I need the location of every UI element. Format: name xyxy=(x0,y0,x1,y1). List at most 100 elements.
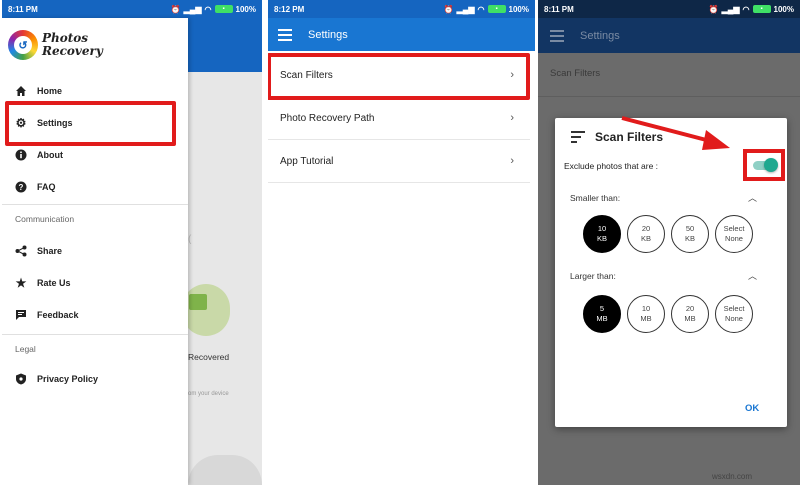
svg-text:?: ? xyxy=(19,183,24,192)
scan-filters-dialog: Scan Filters Exclude photos that are : S… xyxy=(555,118,787,427)
size-option-value: 20 xyxy=(685,304,695,313)
help-icon: ? xyxy=(10,181,32,193)
shield-icon xyxy=(10,373,32,385)
size-option-value: Select xyxy=(723,304,745,313)
size-option-value: 10 xyxy=(641,304,651,313)
battery-icon: ▪ xyxy=(214,5,233,13)
red-arrow-icon xyxy=(621,116,730,150)
size-option-unit: None xyxy=(725,314,743,323)
chevron-right-icon: › xyxy=(510,155,514,167)
drawer-item-label: Feedback xyxy=(37,310,79,320)
status-time: 8:11 PM xyxy=(8,4,38,14)
background-recovered-circle xyxy=(182,284,230,336)
battery-percent: 100% xyxy=(508,4,529,14)
wifi-icon: ◠ xyxy=(477,4,485,14)
drawer-item-feedback[interactable]: Feedback xyxy=(10,300,178,330)
size-option-value: 50 xyxy=(685,224,695,233)
app-bar: Settings xyxy=(268,18,535,51)
phone-navigation-drawer: 8:11 PM ⏰ ▂▄▆ ◠ ▪ 100% ( Recovered om yo… xyxy=(2,0,262,485)
alarm-icon: ⏰ xyxy=(443,4,454,14)
status-bar: 8:12 PM ⏰ ▂▄▆ ◠ ▪ 100% xyxy=(268,0,535,18)
size-option-10kb[interactable]: 10 KB xyxy=(583,215,621,253)
larger-than-label: Larger than: xyxy=(570,271,616,281)
signal-icon: ▂▄▆ xyxy=(721,4,740,14)
exclude-label: Exclude photos that are : xyxy=(564,161,659,171)
battery-percent: 100% xyxy=(235,4,256,14)
battery-icon: ▪ xyxy=(487,5,506,13)
status-time: 8:12 PM xyxy=(274,4,305,14)
size-option-unit: MB xyxy=(640,314,652,323)
background-loader: ( xyxy=(188,234,192,245)
drawer-item-label: FAQ xyxy=(37,182,56,192)
ok-button[interactable]: OK xyxy=(745,403,759,414)
background-subtext: om your device xyxy=(188,391,229,397)
phone-scan-filters-dialog: 8:11 PM ⏰ ▂▄▆ ◠ ▪ 100% Settings Scan Fil… xyxy=(538,0,800,485)
drawer-divider xyxy=(2,334,188,335)
size-option-unit: MB xyxy=(684,314,696,323)
size-option-value: 20 xyxy=(641,224,651,233)
logo-text: Photos Recovery xyxy=(42,32,103,58)
menu-icon xyxy=(550,29,564,42)
scan-filters-highlight-box xyxy=(268,53,530,100)
navigation-drawer: ↺ Photos Recovery Home ⚙ Settings About … xyxy=(2,18,188,485)
home-icon xyxy=(10,85,32,97)
status-bar: 8:11 PM ⏰ ▂▄▆ ◠ ▪ 100% xyxy=(2,0,262,18)
filter-list-icon xyxy=(571,131,585,143)
background-recovered-label: Recovered xyxy=(188,352,230,362)
size-option-5mb[interactable]: 5 MB xyxy=(583,295,621,333)
status-icons: ⏰ ▂▄▆ ◠ ▪ 100% xyxy=(171,5,256,14)
chevron-up-icon[interactable]: ︿ xyxy=(748,191,757,204)
drawer-item-label: Home xyxy=(37,86,63,96)
battery-percent: 100% xyxy=(773,4,794,14)
background-row-scan-filters: Scan Filters xyxy=(550,68,601,79)
drawer-item-share[interactable]: Share xyxy=(10,236,178,266)
wifi-icon: ◠ xyxy=(204,4,212,14)
size-option-50kb[interactable]: 50 KB xyxy=(671,215,709,253)
larger-than-options: 5 MB 10 MB 20 MB Select None xyxy=(583,295,753,333)
alarm-icon: ⏰ xyxy=(170,4,181,14)
size-option-unit: KB xyxy=(684,234,695,243)
feedback-icon xyxy=(10,309,32,321)
drawer-item-faq[interactable]: ? FAQ xyxy=(10,172,178,202)
phone-settings-screen: 8:12 PM ⏰ ▂▄▆ ◠ ▪ 100% Settings Scan Fil… xyxy=(268,0,535,485)
background-bottom-shape xyxy=(188,455,262,485)
settings-row-label: App Tutorial xyxy=(280,155,334,167)
app-logo: ↺ Photos Recovery xyxy=(8,30,103,60)
size-option-select-none[interactable]: Select None xyxy=(715,295,753,333)
page-title: Settings xyxy=(580,29,620,42)
info-icon xyxy=(10,149,32,161)
size-option-20kb[interactable]: 20 KB xyxy=(627,215,665,253)
status-bar: 8:11 PM ⏰ ▂▄▆ ◠ ▪ 100% xyxy=(538,0,800,18)
size-option-select-none[interactable]: Select None xyxy=(715,215,753,253)
status-time: 8:11 PM xyxy=(544,4,574,14)
smaller-than-label: Smaller than: xyxy=(570,193,621,203)
size-option-unit: None xyxy=(725,234,743,243)
photos-recovery-logo-icon: ↺ xyxy=(8,30,38,60)
size-option-value: 5 xyxy=(599,304,605,313)
size-option-20mb[interactable]: 20 MB xyxy=(671,295,709,333)
chevron-right-icon: › xyxy=(510,112,514,124)
signal-icon: ▂▄▆ xyxy=(183,4,202,14)
chevron-up-icon[interactable]: ︿ xyxy=(748,269,757,282)
logo-line2: Recovery xyxy=(42,44,103,58)
drawer-item-label: Privacy Policy xyxy=(37,374,99,384)
size-option-unit: MB xyxy=(596,314,608,323)
menu-icon[interactable] xyxy=(278,28,292,41)
alarm-icon: ⏰ xyxy=(708,4,719,14)
drawer-item-rate-us[interactable]: ★ Rate Us xyxy=(10,268,178,298)
toggle-highlight-box xyxy=(743,149,785,181)
drawer-item-label: Rate Us xyxy=(37,278,71,288)
settings-highlight-box xyxy=(5,101,176,146)
settings-row-app-tutorial[interactable]: App Tutorial › xyxy=(268,140,530,183)
share-icon xyxy=(10,245,32,257)
signal-icon: ▂▄▆ xyxy=(456,4,475,14)
size-option-10mb[interactable]: 10 MB xyxy=(627,295,665,333)
settings-row-photo-recovery-path[interactable]: Photo Recovery Path › xyxy=(268,97,530,140)
background-divider xyxy=(538,96,800,97)
drawer-item-privacy-policy[interactable]: Privacy Policy xyxy=(10,364,178,394)
app-bar-behind-drawer xyxy=(188,18,262,72)
drawer-item-label: About xyxy=(37,150,63,160)
screenshot-composite: 8:11 PM ⏰ ▂▄▆ ◠ ▪ 100% ( Recovered om yo… xyxy=(0,0,800,485)
battery-icon: ▪ xyxy=(752,5,771,13)
app-bar: Settings xyxy=(538,18,800,53)
